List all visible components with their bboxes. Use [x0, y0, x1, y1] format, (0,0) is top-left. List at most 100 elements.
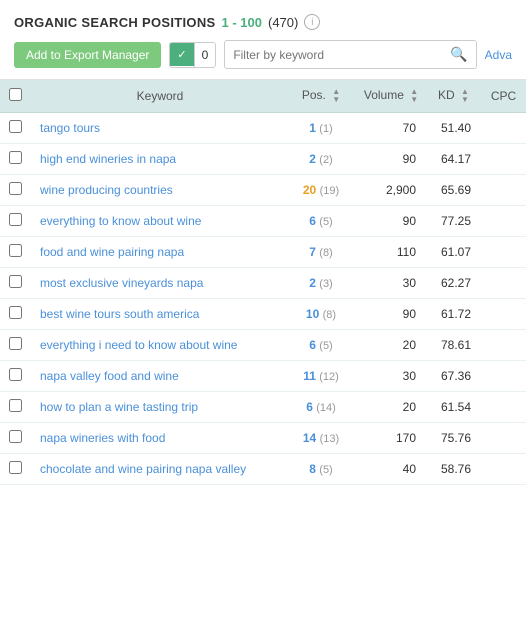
- volume-cell: 30: [356, 268, 426, 299]
- add-export-button[interactable]: Add to Export Manager: [14, 42, 161, 68]
- keyword-cell: everything i need to know about wine: [30, 330, 286, 361]
- pos-prev: (5): [319, 216, 332, 228]
- header-cpc[interactable]: CPC: [481, 80, 526, 113]
- pos-value: 14: [303, 431, 320, 445]
- pos-cell: 1 (1): [286, 113, 356, 144]
- kd-cell: 75.76: [426, 423, 481, 454]
- cpc-cell: [481, 392, 526, 423]
- keyword-link[interactable]: napa wineries with food: [40, 431, 165, 445]
- toolbar: Add to Export Manager ✓ 0 🔍 Adva: [14, 40, 512, 69]
- row-checkbox-cell: [0, 268, 30, 299]
- keyword-cell: napa wineries with food: [30, 423, 286, 454]
- keyword-link[interactable]: napa valley food and wine: [40, 369, 179, 383]
- volume-cell: 110: [356, 237, 426, 268]
- keyword-cell: high end wineries in napa: [30, 144, 286, 175]
- pos-prev: (3): [319, 278, 332, 290]
- volume-cell: 2,900: [356, 175, 426, 206]
- keyword-link[interactable]: tango tours: [40, 121, 100, 135]
- pos-cell: 8 (5): [286, 454, 356, 485]
- select-all-checkbox[interactable]: [9, 88, 22, 101]
- table-row: everything i need to know about wine 6 (5…: [0, 330, 526, 361]
- cpc-cell: [481, 206, 526, 237]
- table-row: how to plan a wine tasting trip6 (14)206…: [0, 392, 526, 423]
- keyword-cell: food and wine pairing napa: [30, 237, 286, 268]
- row-checkbox[interactable]: [9, 337, 22, 350]
- keyword-link[interactable]: best wine tours south america: [40, 307, 199, 321]
- row-checkbox[interactable]: [9, 244, 22, 257]
- info-icon[interactable]: i: [304, 14, 320, 30]
- keyword-link[interactable]: most exclusive vineyards napa: [40, 276, 203, 290]
- adva-link[interactable]: Adva: [485, 48, 512, 62]
- keyword-cell: tango tours: [30, 113, 286, 144]
- table-row: best wine tours south america10 (8)9061.…: [0, 299, 526, 330]
- pos-value: 6: [309, 338, 319, 352]
- results-table: Keyword Pos. ▲▼ Volume ▲▼ KD ▲▼ CPC tang…: [0, 80, 526, 485]
- pos-prev: (14): [316, 402, 336, 414]
- keyword-link[interactable]: everything to know about wine: [40, 214, 201, 228]
- row-checkbox[interactable]: [9, 461, 22, 474]
- keyword-link[interactable]: food and wine pairing napa: [40, 245, 184, 259]
- keyword-cell: everything to know about wine: [30, 206, 286, 237]
- search-box: 🔍: [224, 40, 476, 69]
- pos-prev: (1): [319, 123, 332, 135]
- row-checkbox[interactable]: [9, 182, 22, 195]
- kd-cell: 78.61: [426, 330, 481, 361]
- row-checkbox-cell: [0, 423, 30, 454]
- header-keyword: Keyword: [30, 80, 286, 113]
- row-checkbox[interactable]: [9, 430, 22, 443]
- volume-cell: 90: [356, 206, 426, 237]
- row-checkbox[interactable]: [9, 306, 22, 319]
- pos-prev: (2): [319, 154, 332, 166]
- keyword-link[interactable]: chocolate and wine pairing napa valley: [40, 462, 246, 476]
- row-checkbox[interactable]: [9, 213, 22, 226]
- pos-cell: 20 (19): [286, 175, 356, 206]
- volume-sort-icon: ▲▼: [410, 88, 418, 104]
- table-row: chocolate and wine pairing napa valley 8 …: [0, 454, 526, 485]
- keyword-link[interactable]: high end wineries in napa: [40, 152, 176, 166]
- keyword-link[interactable]: how to plan a wine tasting trip: [40, 400, 198, 414]
- filter-badge[interactable]: ✓ 0: [169, 42, 216, 68]
- pos-value: 10: [306, 307, 323, 321]
- header-checkbox-col: [0, 80, 30, 113]
- pos-cell: 7 (8): [286, 237, 356, 268]
- row-checkbox[interactable]: [9, 120, 22, 133]
- search-input[interactable]: [225, 43, 442, 67]
- pos-cell: 6 (5): [286, 330, 356, 361]
- pos-value: 1: [309, 121, 319, 135]
- pos-value: 2: [309, 276, 319, 290]
- cpc-cell: [481, 361, 526, 392]
- table-row: tango tours1 (1)7051.40: [0, 113, 526, 144]
- pos-sort-icon: ▲▼: [332, 88, 340, 104]
- row-checkbox[interactable]: [9, 151, 22, 164]
- row-checkbox-cell: [0, 113, 30, 144]
- cpc-cell: [481, 268, 526, 299]
- row-checkbox-cell: [0, 299, 30, 330]
- volume-cell: 70: [356, 113, 426, 144]
- range-text: 1 - 100: [222, 15, 262, 30]
- checkmark-icon: ✓: [170, 43, 193, 66]
- keyword-link[interactable]: wine producing countries: [40, 183, 173, 197]
- volume-cell: 20: [356, 392, 426, 423]
- filter-count: 0: [194, 43, 216, 67]
- row-checkbox-cell: [0, 361, 30, 392]
- table-row: wine producing countries20 (19)2,90065.6…: [0, 175, 526, 206]
- volume-cell: 30: [356, 361, 426, 392]
- header-pos[interactable]: Pos. ▲▼: [286, 80, 356, 113]
- header-volume[interactable]: Volume ▲▼: [356, 80, 426, 113]
- page-header: ORGANIC SEARCH POSITIONS 1 - 100 (470) i…: [0, 0, 526, 80]
- kd-cell: 62.27: [426, 268, 481, 299]
- search-button[interactable]: 🔍: [442, 41, 475, 68]
- kd-cell: 77.25: [426, 206, 481, 237]
- header-kd[interactable]: KD ▲▼: [426, 80, 481, 113]
- pos-value: 2: [309, 152, 319, 166]
- row-checkbox[interactable]: [9, 368, 22, 381]
- cpc-cell: [481, 299, 526, 330]
- keyword-link[interactable]: everything i need to know about wine: [40, 338, 237, 352]
- row-checkbox[interactable]: [9, 399, 22, 412]
- pos-cell: 10 (8): [286, 299, 356, 330]
- pos-cell: 6 (14): [286, 392, 356, 423]
- table-body: tango tours1 (1)7051.40high end wineries…: [0, 113, 526, 485]
- row-checkbox[interactable]: [9, 275, 22, 288]
- keyword-cell: how to plan a wine tasting trip: [30, 392, 286, 423]
- table-row: most exclusive vineyards napa 2 (3) 3062.2…: [0, 268, 526, 299]
